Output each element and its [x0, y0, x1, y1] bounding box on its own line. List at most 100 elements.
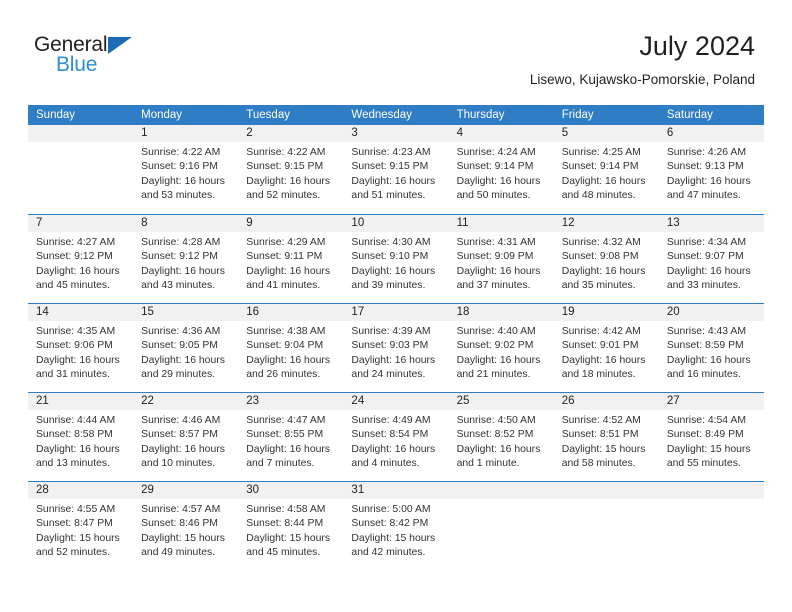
day-number: 27 [658, 393, 764, 410]
calendar-day-cell[interactable]: 14 Sunrise: 4:35 AM Sunset: 9:06 PM Dayligh… [28, 304, 134, 392]
daylight-text: and 45 minutes. [246, 546, 321, 558]
calendar-day-cell[interactable]: 6 Sunrise: 4:26 AM Sunset: 9:13 PM Daylight… [658, 125, 764, 214]
sunrise-text: Sunrise: 4:27 AM [36, 237, 116, 248]
day-number: 20 [658, 304, 764, 321]
daylight-text: Daylight: 16 hours [351, 175, 436, 187]
daylight-text: Daylight: 16 hours [351, 443, 436, 455]
sunrise-text: Sunrise: 4:54 AM [666, 415, 746, 426]
daylight-text: Daylight: 16 hours [141, 443, 225, 455]
sunset-text: Sunset: 8:51 PM [561, 429, 639, 441]
day-number: 18 [448, 304, 554, 321]
sunset-text: Sunset: 9:06 PM [36, 340, 113, 352]
sunrise-text: Sunrise: 4:24 AM [456, 147, 536, 158]
day-details: Sunrise: 4:58 AM Sunset: 8:44 PM Daylight:… [238, 499, 343, 560]
calendar-day-cell[interactable]: 27 Sunrise: 4:54 AM Sunset: 8:49 PM Dayligh… [658, 393, 764, 481]
sunrise-text: Sunrise: 4:39 AM [351, 326, 431, 337]
day-number: 25 [448, 393, 554, 410]
calendar-day-cell[interactable]: 4 Sunrise: 4:24 AM Sunset: 9:14 PM Daylight… [448, 125, 554, 214]
calendar-day-cell[interactable]: 19 Sunrise: 4:42 AM Sunset: 9:01 PM Dayligh… [553, 304, 659, 392]
day-details: Sunrise: 4:40 AM Sunset: 9:02 PM Daylight:… [449, 321, 554, 382]
calendar-day-cell[interactable]: 12 Sunrise: 4:32 AM Sunset: 9:08 PM Dayligh… [553, 215, 659, 303]
day-number: 28 [28, 482, 134, 499]
daylight-text: Daylight: 16 hours [666, 265, 751, 277]
sunset-text: Sunset: 8:55 PM [246, 429, 324, 441]
sunrise-text: Sunrise: 4:57 AM [141, 504, 221, 515]
calendar-day-cell[interactable]: 28 Sunrise: 4:55 AM Sunset: 8:47 PM Dayligh… [28, 482, 134, 570]
daylight-text: and 16 minutes. [666, 368, 741, 380]
day-details: Sunrise: 4:32 AM Sunset: 9:08 PM Daylight:… [554, 232, 659, 293]
calendar-day-cell[interactable]: 25 Sunrise: 4:50 AM Sunset: 8:52 PM Dayligh… [448, 393, 554, 481]
sunset-text: Sunset: 9:15 PM [246, 161, 324, 173]
calendar-day-cell[interactable]: 31 Sunrise: 5:00 AM Sunset: 8:42 PM Dayligh… [343, 482, 449, 570]
calendar-day-cell-empty [658, 482, 764, 570]
calendar-day-cell[interactable]: 16 Sunrise: 4:38 AM Sunset: 9:04 PM Dayligh… [238, 304, 344, 392]
daylight-text: Daylight: 16 hours [351, 354, 436, 366]
day-details: Sunrise: 4:23 AM Sunset: 9:15 PM Daylight:… [343, 142, 448, 203]
calendar-day-cell[interactable]: 5 Sunrise: 4:25 AM Sunset: 9:14 PM Daylight… [553, 125, 659, 214]
calendar-day-cell[interactable]: 17 Sunrise: 4:39 AM Sunset: 9:03 PM Dayligh… [343, 304, 449, 392]
daylight-text: Daylight: 16 hours [246, 443, 331, 455]
sunrise-text: Sunrise: 4:46 AM [141, 415, 221, 426]
calendar-day-cell[interactable]: 9 Sunrise: 4:29 AM Sunset: 9:11 PM Daylight… [238, 215, 344, 303]
sunrise-text: Sunrise: 4:47 AM [246, 415, 326, 426]
day-number: 22 [133, 393, 239, 410]
sunrise-text: Sunrise: 4:38 AM [246, 326, 326, 337]
sunrise-text: Sunrise: 4:22 AM [141, 147, 221, 158]
sunrise-text: Sunrise: 4:23 AM [351, 147, 431, 158]
daylight-text: Daylight: 15 hours [141, 532, 225, 544]
calendar-day-cell[interactable]: 26 Sunrise: 4:52 AM Sunset: 8:51 PM Dayligh… [553, 393, 659, 481]
calendar-day-cell[interactable]: 18 Sunrise: 4:40 AM Sunset: 9:02 PM Dayligh… [448, 304, 554, 392]
daylight-text: and 52 minutes. [246, 189, 321, 201]
calendar-day-cell[interactable]: 15 Sunrise: 4:36 AM Sunset: 9:05 PM Dayligh… [133, 304, 239, 392]
day-number: 17 [343, 304, 449, 321]
calendar-day-cell[interactable]: 11 Sunrise: 4:31 AM Sunset: 9:09 PM Dayligh… [448, 215, 554, 303]
calendar-day-cell[interactable]: 24 Sunrise: 4:49 AM Sunset: 8:54 PM Dayligh… [343, 393, 449, 481]
daylight-text: and 33 minutes. [666, 279, 741, 291]
page-title: July 2024 [639, 31, 755, 61]
sunrise-text: Sunrise: 4:50 AM [456, 415, 536, 426]
day-number [28, 125, 134, 142]
calendar-week-row: 28 Sunrise: 4:55 AM Sunset: 8:47 PM Dayligh… [28, 481, 764, 570]
calendar-day-cell[interactable]: 30 Sunrise: 4:58 AM Sunset: 8:44 PM Dayligh… [238, 482, 344, 570]
calendar-day-cell[interactable]: 29 Sunrise: 4:57 AM Sunset: 8:46 PM Dayligh… [133, 482, 239, 570]
calendar-day-cell[interactable]: 10 Sunrise: 4:30 AM Sunset: 9:10 PM Dayligh… [343, 215, 449, 303]
sunrise-text: Sunrise: 4:49 AM [351, 415, 431, 426]
sunrise-text: Sunrise: 4:26 AM [666, 147, 746, 158]
calendar-day-cell[interactable]: 1 Sunrise: 4:22 AM Sunset: 9:16 PM Daylight… [133, 125, 239, 214]
sunset-text: Sunset: 9:09 PM [456, 251, 534, 263]
general-blue-logo[interactable]: General Blue [34, 34, 234, 80]
daylight-text: Daylight: 15 hours [36, 532, 120, 544]
daylight-text: and 31 minutes. [36, 368, 110, 380]
sunset-text: Sunset: 9:15 PM [351, 161, 429, 173]
calendar-day-cell[interactable]: 23 Sunrise: 4:47 AM Sunset: 8:55 PM Dayligh… [238, 393, 344, 481]
day-details: Sunrise: 4:39 AM Sunset: 9:03 PM Daylight:… [343, 321, 448, 382]
day-details: Sunrise: 4:47 AM Sunset: 8:55 PM Daylight:… [238, 410, 343, 471]
calendar-day-cell[interactable]: 20 Sunrise: 4:43 AM Sunset: 8:59 PM Dayligh… [658, 304, 764, 392]
sunrise-text: Sunrise: 4:31 AM [456, 237, 536, 248]
daylight-text: and 45 minutes. [36, 279, 110, 291]
calendar-day-cell[interactable]: 21 Sunrise: 4:44 AM Sunset: 8:58 PM Dayligh… [28, 393, 134, 481]
day-details: Sunrise: 4:24 AM Sunset: 9:14 PM Daylight:… [449, 142, 554, 203]
sunset-text: Sunset: 9:07 PM [666, 251, 744, 263]
day-number: 23 [238, 393, 344, 410]
day-details: Sunrise: 4:30 AM Sunset: 9:10 PM Daylight:… [343, 232, 448, 293]
sunset-text: Sunset: 9:11 PM [246, 251, 323, 263]
daylight-text: and 26 minutes. [246, 368, 321, 380]
day-details: Sunrise: 4:50 AM Sunset: 8:52 PM Daylight:… [449, 410, 554, 471]
daylight-text: Daylight: 16 hours [456, 443, 541, 455]
sunset-text: Sunset: 8:59 PM [666, 340, 744, 352]
daylight-text: and 41 minutes. [246, 279, 321, 291]
calendar-day-cell[interactable]: 22 Sunrise: 4:46 AM Sunset: 8:57 PM Dayligh… [133, 393, 239, 481]
day-number: 6 [658, 125, 764, 142]
day-number: 30 [238, 482, 344, 499]
day-number: 14 [28, 304, 134, 321]
day-details: Sunrise: 4:31 AM Sunset: 9:09 PM Daylight:… [449, 232, 554, 293]
sunrise-text: Sunrise: 4:34 AM [666, 237, 746, 248]
calendar-day-cell[interactable]: 8 Sunrise: 4:28 AM Sunset: 9:12 PM Daylight… [133, 215, 239, 303]
calendar-day-cell[interactable]: 13 Sunrise: 4:34 AM Sunset: 9:07 PM Dayligh… [658, 215, 764, 303]
calendar-day-cell[interactable]: 3 Sunrise: 4:23 AM Sunset: 9:15 PM Daylight… [343, 125, 449, 214]
calendar-day-cell[interactable]: 2 Sunrise: 4:22 AM Sunset: 9:15 PM Daylight… [238, 125, 344, 214]
calendar-day-cell[interactable]: 7 Sunrise: 4:27 AM Sunset: 9:12 PM Daylight… [28, 215, 134, 303]
daylight-text: and 52 minutes. [36, 546, 110, 558]
daylight-text: and 49 minutes. [141, 546, 216, 558]
